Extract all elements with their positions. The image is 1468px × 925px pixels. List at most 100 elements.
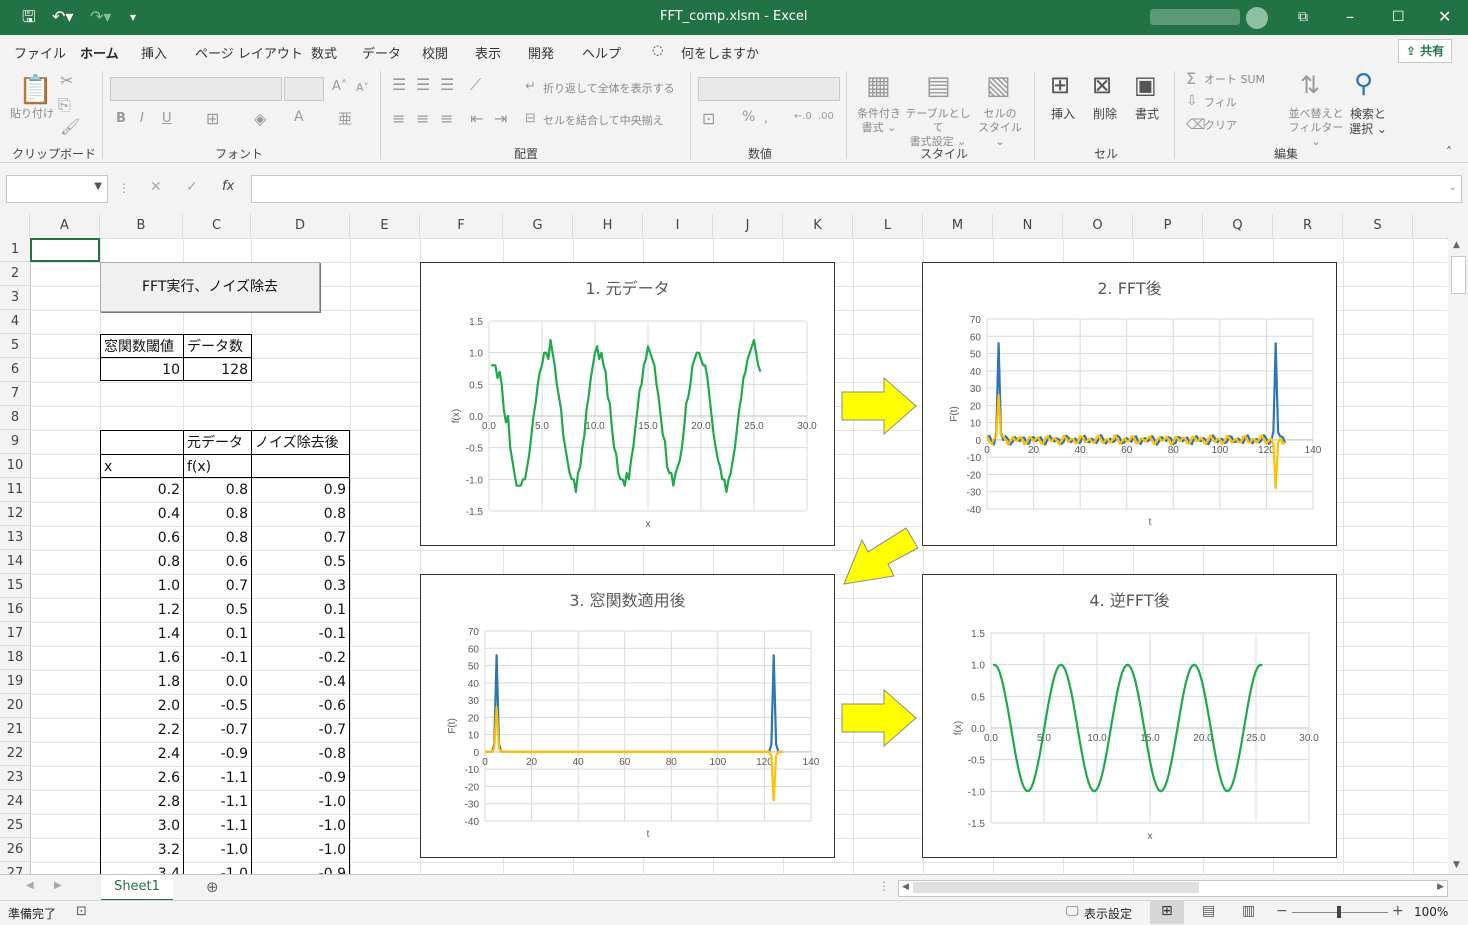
table-cell[interactable]: -1.1: [183, 790, 252, 814]
row-header[interactable]: 26: [0, 838, 30, 862]
clear-icon[interactable]: ⌫: [1186, 117, 1206, 133]
align-right-icon[interactable]: ≡: [440, 109, 453, 128]
chevron-down-icon[interactable]: ▼: [94, 181, 102, 192]
table-cell[interactable]: -0.9: [183, 742, 252, 766]
grow-font-icon[interactable]: A˄: [332, 79, 347, 94]
border-icon[interactable]: ⊞: [206, 109, 219, 128]
table-cell[interactable]: 0.9: [251, 478, 350, 502]
table-cell[interactable]: 0.3: [251, 574, 350, 598]
clear-button[interactable]: クリア: [1204, 119, 1237, 133]
account-name-blurred[interactable]: [1150, 9, 1240, 25]
merge-center-button[interactable]: セルを結合して中央揃え: [543, 114, 664, 128]
row-header[interactable]: 2: [0, 262, 30, 286]
row-header[interactable]: 11: [0, 478, 30, 502]
table-cell[interactable]: -0.7: [183, 718, 252, 742]
row-header[interactable]: 6: [0, 358, 30, 382]
column-header[interactable]: A: [30, 214, 100, 238]
wrap-text-button[interactable]: 折り返して全体を表示する: [543, 82, 675, 96]
fill-icon[interactable]: ⇩: [1186, 93, 1198, 109]
delete-cells-button[interactable]: 削除: [1088, 107, 1122, 122]
cell-styles-icon[interactable]: ▧: [986, 71, 1011, 101]
row-header[interactable]: 21: [0, 718, 30, 742]
table-cell[interactable]: 2.2: [100, 718, 184, 742]
format-cells-button[interactable]: 書式: [1130, 107, 1164, 122]
insert-cells-icon[interactable]: ⊞: [1050, 71, 1070, 99]
collapse-ribbon-icon[interactable]: ˄: [1446, 145, 1452, 159]
accounting-icon[interactable]: ⊡: [702, 109, 715, 128]
table-cell[interactable]: -0.6: [251, 694, 350, 718]
zoom-level[interactable]: 100%: [1414, 905, 1448, 919]
increase-indent-icon[interactable]: ⇥: [494, 109, 507, 128]
column-header[interactable]: G: [503, 214, 573, 238]
table-cell[interactable]: -1.1: [183, 814, 252, 838]
table-cell[interactable]: 0.1: [251, 598, 350, 622]
underline-icon[interactable]: U: [162, 111, 172, 126]
tab-home[interactable]: ホーム: [80, 43, 119, 69]
table-cell[interactable]: -0.9: [251, 766, 350, 790]
format-as-table-button[interactable]: テーブルとして 書式設定 ⌄: [904, 107, 972, 149]
table-cell[interactable]: 2.6: [100, 766, 184, 790]
column-header[interactable]: M: [923, 214, 993, 238]
table-header[interactable]: 元データ: [183, 430, 252, 454]
table-cell[interactable]: -0.7: [251, 718, 350, 742]
row-header[interactable]: 20: [0, 694, 30, 718]
table-cell[interactable]: -0.1: [251, 622, 350, 646]
table-cell[interactable]: 0.7: [251, 526, 350, 550]
column-header[interactable]: B: [100, 214, 183, 238]
column-header[interactable]: C: [183, 214, 251, 238]
share-button[interactable]: ⇪ 共有: [1398, 39, 1452, 63]
table-subheader[interactable]: x: [100, 454, 184, 478]
undo-icon[interactable]: ↶▾: [52, 7, 73, 27]
redo-icon[interactable]: ↷▾: [90, 7, 111, 27]
table-cell[interactable]: 0.8: [251, 502, 350, 526]
column-header[interactable]: Q: [1203, 214, 1273, 238]
insert-function-icon[interactable]: fx: [222, 179, 234, 194]
add-sheet-icon[interactable]: ⊕: [206, 878, 219, 896]
table-cell[interactable]: 0.8: [183, 526, 252, 550]
table-cell[interactable]: 2.4: [100, 742, 184, 766]
enter-icon[interactable]: ✓: [186, 179, 198, 195]
autosum-icon[interactable]: Σ: [1186, 69, 1196, 88]
table-cell[interactable]: -0.9: [251, 862, 350, 874]
table-subheader[interactable]: f(x): [183, 454, 252, 478]
shrink-font-icon[interactable]: A˅: [356, 81, 369, 94]
sort-filter-button[interactable]: 並べ替えと フィルター ⌄: [1286, 107, 1346, 149]
row-header[interactable]: 4: [0, 310, 30, 334]
table-cell[interactable]: 0.2: [100, 478, 184, 502]
name-box[interactable]: ▼: [6, 175, 108, 203]
table-cell[interactable]: 1.2: [100, 598, 184, 622]
macro-record-icon[interactable]: ⊡: [76, 904, 87, 919]
tab-file[interactable]: ファイル: [14, 43, 66, 62]
column-header[interactable]: F: [420, 214, 503, 238]
scroll-right-icon[interactable]: ▶: [1437, 882, 1444, 892]
select-all-corner[interactable]: [0, 214, 30, 238]
fft-run-button[interactable]: FFT実行、ノイズ除去: [100, 262, 320, 312]
table-cell[interactable]: 0.1: [183, 622, 252, 646]
phonetic-icon[interactable]: 亜: [338, 109, 352, 129]
tab-view[interactable]: 表示: [475, 43, 501, 62]
search-icon[interactable]: ⚲: [1354, 69, 1373, 99]
column-header[interactable]: L: [853, 214, 923, 238]
tell-me-search[interactable]: 何をしますか: [681, 43, 759, 62]
page-break-view-icon[interactable]: ▥: [1242, 903, 1255, 919]
scroll-up-icon[interactable]: ▲: [1453, 240, 1460, 250]
align-bottom-icon[interactable]: ☰: [440, 75, 454, 94]
table-cell[interactable]: 1.0: [100, 574, 184, 598]
font-name-dropdown[interactable]: [110, 77, 282, 101]
column-header[interactable]: K: [783, 214, 853, 238]
column-header[interactable]: J: [713, 214, 783, 238]
bold-icon[interactable]: B: [116, 111, 126, 126]
horizontal-scrollbar[interactable]: ◀ ▶: [898, 880, 1448, 897]
table-subheader[interactable]: [251, 454, 350, 478]
delete-cells-icon[interactable]: ⊠: [1092, 71, 1112, 99]
table-cell[interactable]: 0.8: [183, 478, 252, 502]
scroll-thumb[interactable]: [1451, 256, 1466, 294]
copy-icon[interactable]: ⎘: [58, 95, 71, 115]
table-cell[interactable]: -1.0: [251, 838, 350, 862]
customize-qat-icon[interactable]: ▾: [130, 7, 136, 27]
save-icon[interactable]: 🖫: [22, 7, 36, 27]
decrease-indent-icon[interactable]: ⇤: [470, 109, 483, 128]
row-header[interactable]: 17: [0, 622, 30, 646]
table-cell[interactable]: 1.4: [100, 622, 184, 646]
table-cell[interactable]: -1.1: [183, 766, 252, 790]
